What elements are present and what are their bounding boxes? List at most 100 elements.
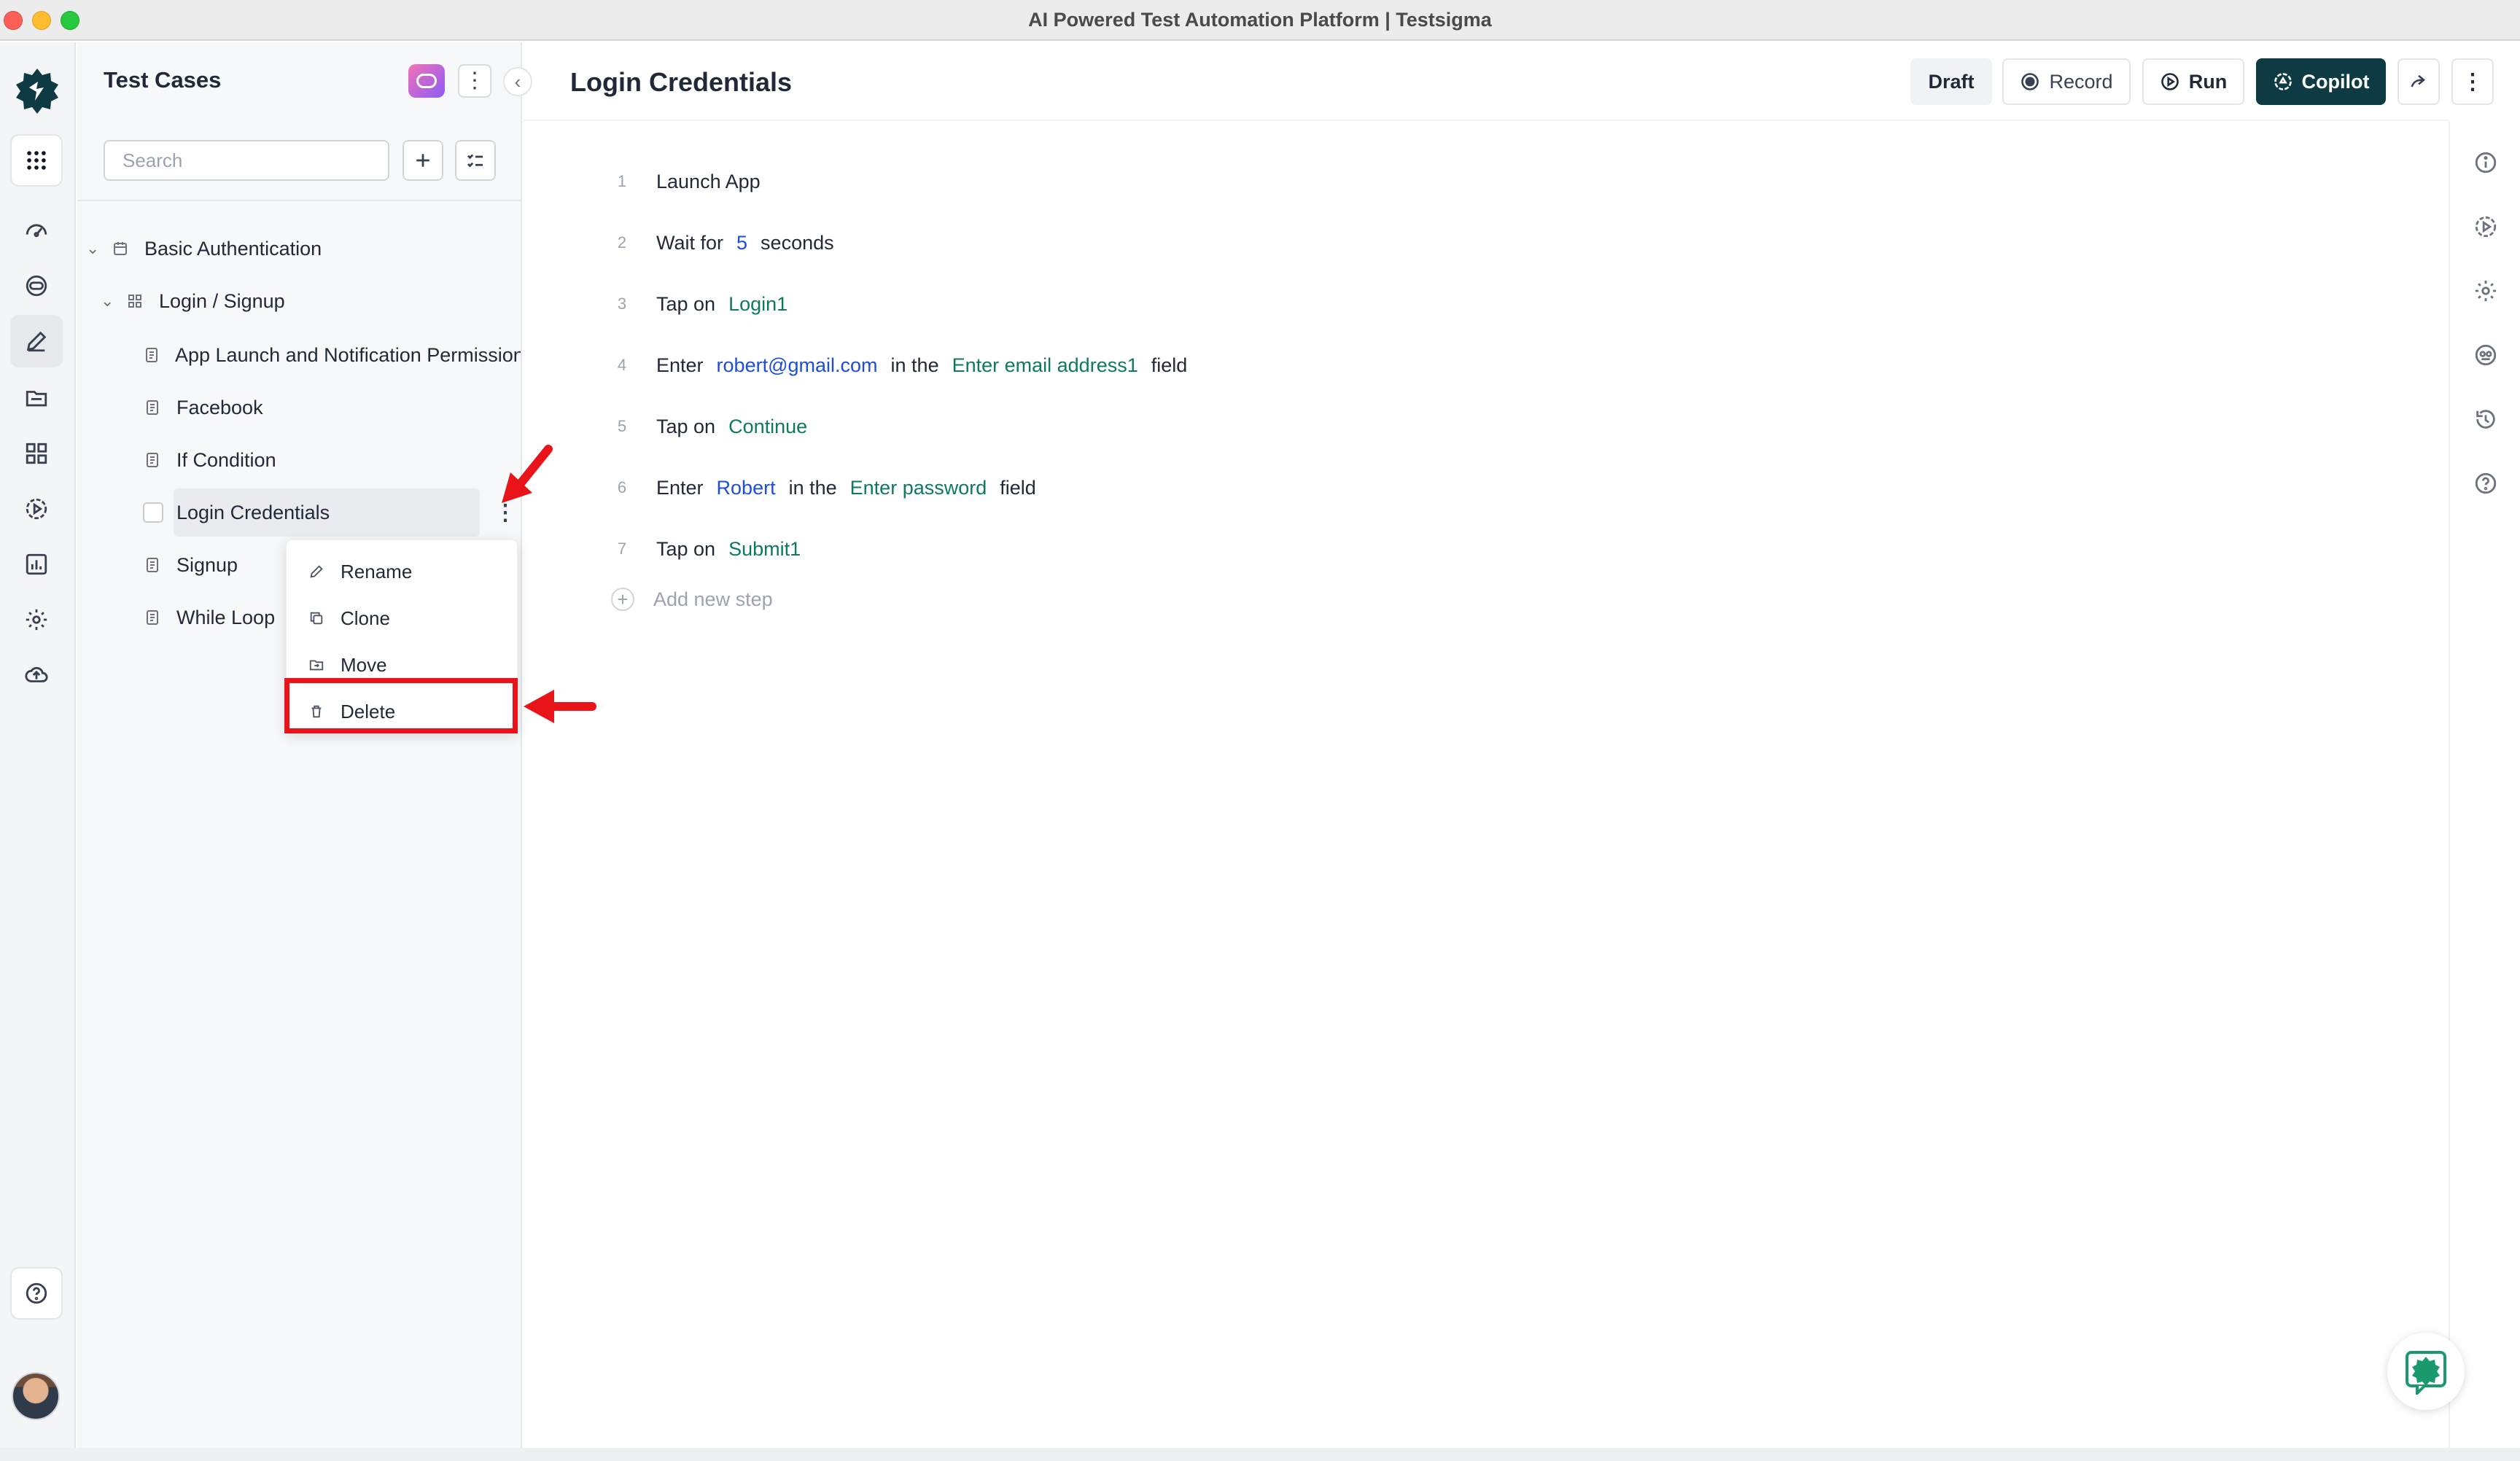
add-test-case-button[interactable]: [402, 140, 443, 181]
tree-case-label-selected[interactable]: Login Credentials: [174, 488, 480, 537]
step-data-token[interactable]: 5: [736, 232, 747, 254]
step-action-token: Tap on: [656, 415, 716, 437]
test-step-row[interactable]: 6 Enter Robert in the Enter password field: [611, 470, 2361, 506]
test-step-row[interactable]: 3 Tap on Login1: [611, 286, 2361, 322]
step-data-token[interactable]: Robert: [717, 477, 776, 499]
apps-grid-icon[interactable]: [10, 134, 63, 187]
tree-case-row[interactable]: Signup: [143, 547, 238, 583]
step-action-token: Tap on: [656, 292, 716, 315]
step-text: Enter robert@gmail.com in the Enter email a…: [656, 354, 1200, 377]
elements-icon[interactable]: [10, 427, 63, 480]
step-text: Tap on Login1: [656, 293, 801, 316]
run-button[interactable]: Run: [2142, 58, 2244, 105]
step-element-token[interactable]: Enter email address1: [952, 354, 1138, 376]
tree-case-label: App Launch and Notification Permission: [175, 343, 521, 366]
copy-icon: [310, 612, 323, 625]
panel-title: Test Cases: [104, 67, 222, 93]
step-action-token: Wait for: [656, 231, 724, 254]
right-toolbar: [2449, 121, 2520, 1461]
chevron-down-icon[interactable]: ⌄: [101, 292, 120, 311]
step-data-token[interactable]: robert@gmail.com: [717, 354, 878, 376]
step-element-token[interactable]: Submit1: [728, 538, 801, 560]
draft-status-button[interactable]: Draft: [1910, 58, 1992, 105]
pencil-icon: [310, 565, 323, 578]
run-history-icon[interactable]: [2468, 209, 2504, 245]
step-element-token[interactable]: Login1: [728, 293, 788, 315]
tree-case-row[interactable]: While Loop: [143, 599, 275, 636]
reports-icon[interactable]: [10, 538, 63, 591]
step-number: 3: [617, 295, 627, 313]
ai-agent-button[interactable]: [408, 64, 445, 98]
group-icon: [125, 292, 144, 311]
calendar-suite-icon: [111, 239, 130, 258]
row-checkbox[interactable]: [143, 502, 163, 523]
tree-group-label: Login / Signup: [159, 289, 285, 312]
step-element-token[interactable]: Enter password: [850, 477, 987, 499]
agent-icon[interactable]: [10, 260, 63, 312]
menu-item-clone[interactable]: Clone: [287, 596, 518, 641]
plus-icon: [416, 154, 429, 167]
avatar[interactable]: [12, 1372, 60, 1420]
step-action-token: Enter: [656, 476, 704, 499]
delete-highlight-annotation: [284, 678, 518, 733]
step-action-token: Launch App: [656, 170, 761, 192]
tree-case-label: Login Credentials: [176, 501, 330, 523]
menu-item-label: Rename: [341, 560, 413, 583]
add-new-step-button[interactable]: + Add new step: [611, 588, 773, 611]
help-icon[interactable]: [10, 1267, 63, 1320]
record-icon: [2021, 73, 2039, 90]
copilot-label: Copilot: [2301, 70, 2370, 93]
nav-rail: [0, 42, 76, 1461]
test-step-row[interactable]: 2 Wait for 5 seconds: [611, 225, 2361, 261]
step-number: 2: [617, 233, 627, 252]
dashboard-icon[interactable]: [10, 204, 63, 257]
testsigma-logo-icon[interactable]: [12, 66, 63, 117]
settings-icon[interactable]: [10, 593, 63, 646]
annotation-arrow-left-icon: [524, 690, 596, 723]
menu-item-label: Clone: [341, 607, 390, 629]
tree-case-row[interactable]: If Condition: [143, 442, 276, 478]
tree-case-label: If Condition: [176, 448, 276, 471]
tree-case-row[interactable]: Facebook: [143, 389, 263, 426]
menu-item-rename[interactable]: Rename: [287, 549, 518, 594]
test-step-row[interactable]: 1 Launch App: [611, 163, 2361, 200]
runs-icon[interactable]: [10, 483, 63, 535]
copilot-button[interactable]: Copilot: [2256, 58, 2386, 105]
test-step-row[interactable]: 7 Tap on Submit1: [611, 531, 2361, 567]
search-input[interactable]: [104, 140, 389, 181]
help-icon[interactable]: [2468, 465, 2504, 502]
step-text: Tap on Submit1: [656, 538, 814, 561]
tree-group-login-signup[interactable]: ⌄ Login / Signup: [101, 283, 285, 319]
share-button[interactable]: [2398, 58, 2440, 105]
chat-assistant-button[interactable]: [2387, 1333, 2465, 1410]
ai-assist-icon[interactable]: [2468, 337, 2504, 373]
collapse-panel-button[interactable]: ‹: [503, 67, 532, 96]
test-step-row[interactable]: 5 Tap on Continue: [611, 408, 2361, 445]
tree-case-row-selected[interactable]: [140, 494, 178, 531]
test-data-icon[interactable]: [10, 372, 63, 424]
more-options-button[interactable]: ⋮: [2451, 58, 2494, 105]
run-label: Run: [2188, 70, 2228, 93]
annotation-arrow-down-icon: [502, 445, 553, 503]
copilot-icon: [2274, 73, 2292, 90]
panel-more-button[interactable]: ⋮: [458, 64, 491, 98]
bulk-select-button[interactable]: [455, 140, 496, 181]
history-icon[interactable]: [2468, 401, 2504, 437]
settings-icon[interactable]: [2468, 273, 2504, 309]
info-icon[interactable]: [2468, 144, 2504, 181]
cloud-upload-icon[interactable]: [10, 649, 63, 701]
step-element-token[interactable]: Continue: [728, 416, 807, 437]
window-title: AI Powered Test Automation Platform | Te…: [1028, 9, 1492, 31]
record-button[interactable]: Record: [2002, 58, 2131, 105]
tree-case-row[interactable]: App Launch and Notification Permission: [143, 337, 521, 373]
document-icon: [143, 556, 162, 574]
step-number: 1: [617, 172, 627, 190]
chevron-down-icon[interactable]: ⌄: [86, 239, 105, 258]
step-action-token: field: [1151, 354, 1188, 376]
step-number: 5: [617, 417, 627, 435]
step-action-token: Enter: [656, 354, 704, 376]
step-action-token: field: [1000, 476, 1036, 499]
test-cases-icon[interactable]: [10, 315, 63, 367]
tree-suite-basic-authentication[interactable]: ⌄ Basic Authentication: [86, 230, 322, 267]
test-step-row[interactable]: 4 Enter robert@gmail.com in the Enter email …: [611, 347, 2361, 383]
